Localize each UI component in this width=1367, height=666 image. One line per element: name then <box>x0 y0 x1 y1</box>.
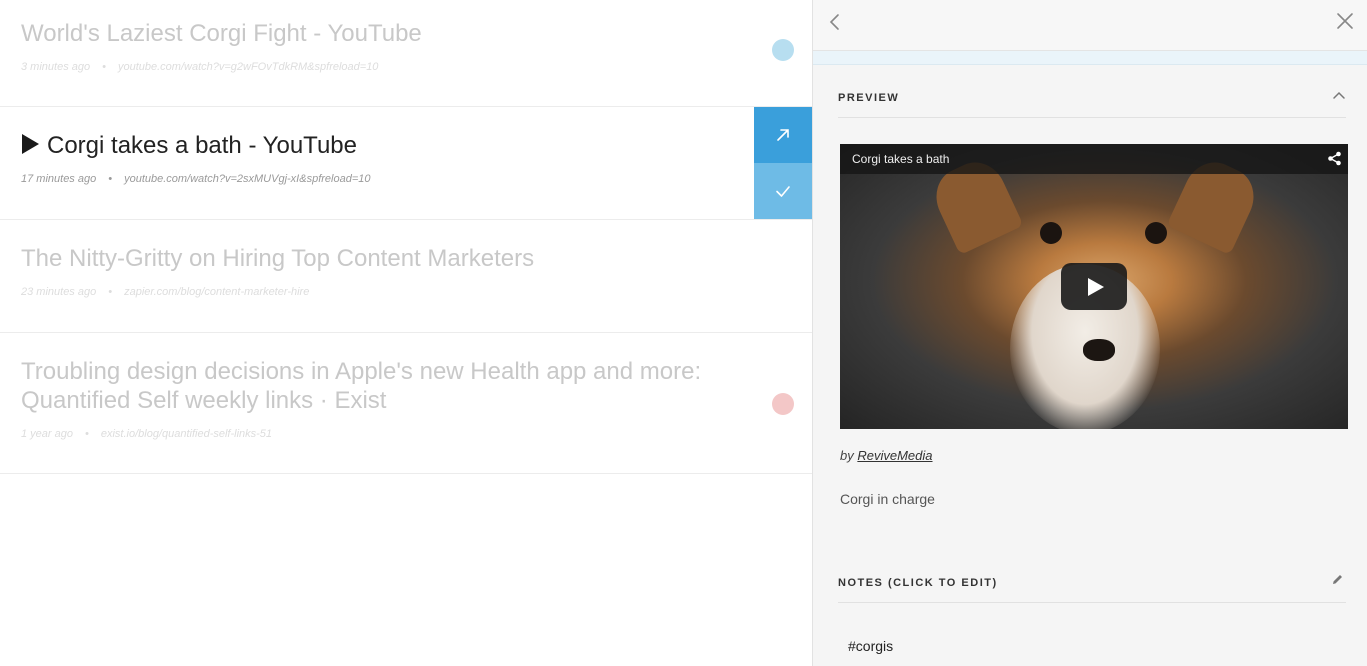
pencil-icon[interactable] <box>1331 573 1344 586</box>
item-title[interactable]: Corgi takes a bath - YouTube <box>22 131 357 160</box>
byline: by ReviveMedia <box>840 448 933 463</box>
item-time: 17 minutes ago <box>21 173 97 185</box>
item-meta: 23 minutes ago • zapier.com/blog/content-m… <box>21 286 309 298</box>
list-item[interactable]: The Nitty-Gritty on Hiring Top Content M… <box>0 220 812 333</box>
reading-list: World's Laziest Corgi Fight - YouTube 3 … <box>0 0 812 666</box>
video-frame-eye <box>1145 222 1167 244</box>
open-link-button[interactable] <box>754 107 812 163</box>
item-title-text: Corgi takes a bath - YouTube <box>47 132 357 159</box>
meta-separator: • <box>102 61 106 73</box>
arrow-up-right-icon <box>777 129 789 141</box>
preview-section-header[interactable]: PREVIEW <box>838 78 1346 118</box>
item-time: 23 minutes ago <box>21 286 97 298</box>
item-meta: 1 year ago • exist.io/blog/quantified-self… <box>21 428 272 440</box>
meta-separator: • <box>84 428 89 440</box>
notes-section-header[interactable]: NOTES (CLICK TO EDIT) <box>838 563 1346 603</box>
tag-color-dot <box>772 393 794 415</box>
item-meta: 3 minutes ago • youtube.com/watch?v=g2wFOv… <box>21 61 378 73</box>
chevron-up-icon[interactable] <box>1332 88 1346 102</box>
item-url: zapier.com/blog/content-marketer-hire <box>124 286 310 298</box>
chevron-left-icon[interactable] <box>827 12 843 32</box>
video-frame-eye <box>1040 222 1062 244</box>
item-time: 1 year ago <box>21 428 73 440</box>
item-url: exist.io/blog/quantified-self-links-51 <box>100 428 273 440</box>
item-title[interactable]: Troubling design decisions in Apple's ne… <box>21 357 721 415</box>
list-item-selected[interactable]: Corgi takes a bath - YouTube 17 minutes … <box>0 107 812 220</box>
item-title[interactable]: World's Laziest Corgi Fight - YouTube <box>21 19 422 48</box>
list-item[interactable]: Troubling design decisions in Apple's ne… <box>0 333 812 474</box>
detail-panel: PREVIEW Corgi takes a bath by ReviveMedi… <box>812 0 1367 666</box>
play-button[interactable] <box>1061 263 1127 310</box>
checkmark-icon <box>776 186 790 197</box>
share-icon[interactable] <box>1327 151 1342 166</box>
preview-heading: PREVIEW <box>838 92 900 104</box>
list-item[interactable]: World's Laziest Corgi Fight - YouTube 3 … <box>0 0 812 107</box>
video-frame-nose <box>1083 339 1115 361</box>
item-url: youtube.com/watch?v=2sxMUVgj-xI&spfreloa… <box>124 173 371 185</box>
by-prefix: by <box>840 448 854 463</box>
progress-accent-bar <box>813 51 1367 65</box>
meta-separator: • <box>108 173 113 185</box>
meta-separator: • <box>108 286 113 298</box>
video-player[interactable]: Corgi takes a bath <box>840 144 1348 429</box>
notes-heading: NOTES (CLICK TO EDIT) <box>838 577 998 589</box>
item-title[interactable]: The Nitty-Gritty on Hiring Top Content M… <box>21 244 534 273</box>
notes-text[interactable]: #corgis <box>848 638 893 654</box>
author-link[interactable]: ReviveMedia <box>857 448 932 463</box>
video-description: Corgi in charge <box>840 491 935 507</box>
item-time: 3 minutes ago <box>21 61 91 73</box>
item-url: youtube.com/watch?v=g2wFOvTdkRM&spfreloa… <box>117 61 379 73</box>
video-title[interactable]: Corgi takes a bath <box>852 152 949 166</box>
play-icon <box>1088 277 1104 296</box>
video-title-bar: Corgi takes a bath <box>840 144 1348 174</box>
item-meta: 17 minutes ago • youtube.com/watch?v=2sxMU… <box>21 173 370 185</box>
mark-done-button[interactable] <box>754 163 812 219</box>
panel-header <box>813 0 1367 51</box>
close-icon[interactable] <box>1336 12 1354 30</box>
play-icon <box>22 134 39 154</box>
tag-color-dot <box>772 39 794 61</box>
